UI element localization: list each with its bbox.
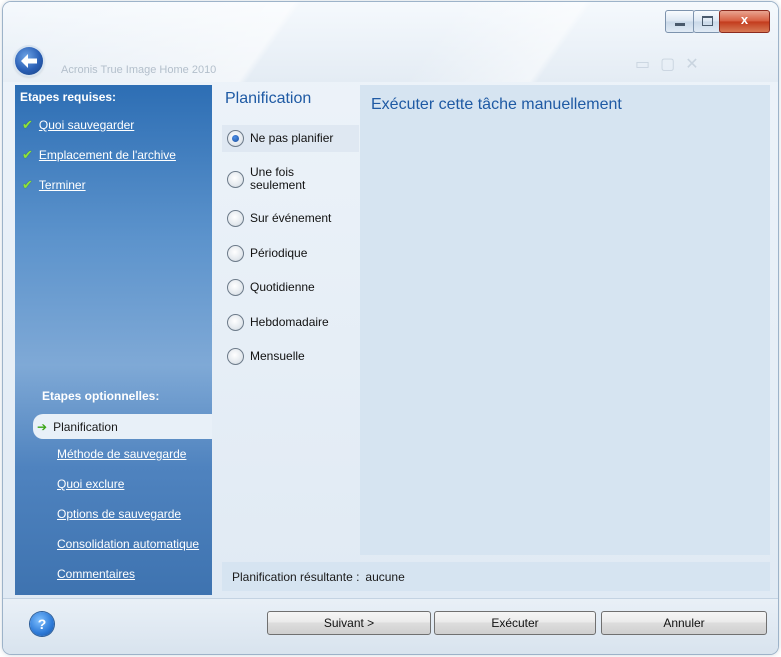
faded-toolbar-icons: ▭▢✕: [635, 54, 709, 73]
schedule-option-label: Périodique: [250, 246, 308, 260]
radio-button[interactable]: [227, 245, 244, 262]
cancel-button[interactable]: Annuler: [601, 611, 767, 635]
optional-step-item[interactable]: Commentaires: [57, 567, 135, 587]
schedule-option[interactable]: Périodique: [227, 245, 350, 262]
radio-button[interactable]: [227, 279, 244, 296]
summary-value: aucune: [365, 569, 405, 584]
radio-button[interactable]: [227, 348, 244, 365]
optional-step-link[interactable]: Options de sauvegarde: [57, 507, 181, 521]
checkmark-icon: ✔: [22, 177, 33, 193]
optional-step-item[interactable]: Options de sauvegarde: [57, 507, 181, 527]
green-arrow-icon: ➔: [37, 419, 48, 434]
optional-step-link[interactable]: Consolidation automatique: [57, 537, 199, 551]
maximize-icon: [702, 16, 713, 26]
optional-steps-heading: Etapes optionnelles:: [42, 389, 160, 403]
schedule-option-label: Une fois seulement: [250, 165, 306, 192]
summary-label: Planification résultante :: [232, 569, 360, 584]
schedule-summary-bar: Planification résultante : aucune: [222, 562, 770, 591]
schedule-option[interactable]: Quotidienne: [227, 279, 350, 296]
schedule-option[interactable]: Ne pas planifier: [227, 130, 350, 147]
required-step-item[interactable]: ✔ Terminer: [22, 175, 86, 195]
schedule-option-label: Ne pas planifier: [250, 131, 334, 145]
checkmark-icon: ✔: [22, 147, 33, 163]
radio-button-selected[interactable]: [227, 130, 244, 147]
optional-step-item[interactable]: Quoi exclure: [57, 477, 124, 497]
schedule-option[interactable]: Sur événement: [227, 210, 350, 227]
schedule-option-label: Sur événement: [250, 211, 332, 225]
wizard-window: Acronis True Image Home 2010 ▭▢✕ x Etape…: [3, 2, 778, 654]
radio-button[interactable]: [227, 170, 244, 188]
required-step-link[interactable]: Quoi sauvegarder: [39, 118, 134, 132]
title-bar: Acronis True Image Home 2010 ▭▢✕ x: [3, 2, 778, 82]
optional-step-link[interactable]: Méthode de sauvegarde: [57, 447, 186, 461]
radio-button[interactable]: [227, 210, 244, 227]
checkmark-icon: ✔: [22, 117, 33, 133]
close-button[interactable]: x: [719, 10, 770, 33]
schedule-option[interactable]: Une fois seulement: [227, 166, 320, 192]
schedule-option-label: Quotidienne: [250, 280, 315, 294]
required-step-item[interactable]: ✔ Quoi sauvegarder: [22, 115, 134, 135]
detail-title: Exécuter cette tâche manuellement: [371, 96, 622, 113]
back-arrow-icon[interactable]: [15, 47, 43, 75]
required-step-link[interactable]: Emplacement de l'archive: [39, 148, 176, 162]
help-icon[interactable]: ?: [30, 612, 54, 636]
active-step-planification[interactable]: ➔ Planification: [33, 414, 212, 439]
schedule-option-label: Mensuelle: [250, 349, 305, 363]
dialog-button-bar: ? Suivant > Exécuter Annuler: [3, 598, 778, 654]
optional-step-item[interactable]: Méthode de sauvegarde: [57, 447, 186, 467]
schedule-title: Planification: [225, 90, 312, 107]
schedule-option-label: Hebdomadaire: [250, 315, 329, 329]
optional-step-item[interactable]: Consolidation automatique: [57, 537, 199, 557]
required-step-link[interactable]: Terminer: [39, 178, 86, 192]
optional-step-link[interactable]: Commentaires: [57, 567, 135, 581]
next-button[interactable]: Suivant >: [267, 611, 431, 635]
active-step-label: Planification: [53, 419, 118, 434]
radio-button[interactable]: [227, 314, 244, 331]
minimize-icon: [675, 23, 685, 26]
optional-step-link[interactable]: Quoi exclure: [57, 477, 124, 491]
schedule-detail-panel: Exécuter cette tâche manuellement: [360, 85, 770, 555]
run-button[interactable]: Exécuter: [434, 611, 596, 635]
close-icon: x: [740, 12, 749, 27]
steps-sidebar: Etapes requises: ✔ Quoi sauvegarder ✔ Em…: [15, 85, 212, 595]
required-steps-heading: Etapes requises:: [20, 90, 117, 104]
maximize-button[interactable]: [693, 10, 721, 33]
schedule-option[interactable]: Hebdomadaire: [227, 314, 350, 331]
schedule-option[interactable]: Mensuelle: [227, 348, 350, 365]
minimize-button[interactable]: [665, 10, 695, 33]
required-step-item[interactable]: ✔ Emplacement de l'archive: [22, 145, 176, 165]
app-title: Acronis True Image Home 2010: [61, 64, 217, 76]
